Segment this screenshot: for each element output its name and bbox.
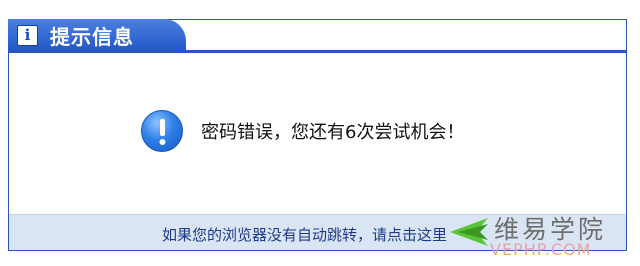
watermark-logo: 维易学院 VEPHP.COM	[448, 212, 632, 259]
dialog-title-bar: i 提示信息	[8, 19, 186, 51]
dialog-title: 提示信息	[50, 24, 134, 49]
message-row: 密码错误，您还有6次尝试机会！	[141, 110, 464, 152]
error-message: 密码错误，您还有6次尝试机会！	[201, 122, 465, 143]
redirect-link[interactable]: 如果您的浏览器没有自动跳转，请点击这里	[162, 224, 447, 245]
exclamation-circle-icon	[141, 110, 183, 152]
arrow-logo-icon	[450, 218, 488, 246]
watermark-en: VEPHP.COM	[490, 240, 592, 259]
info-icon: i	[17, 24, 38, 46]
